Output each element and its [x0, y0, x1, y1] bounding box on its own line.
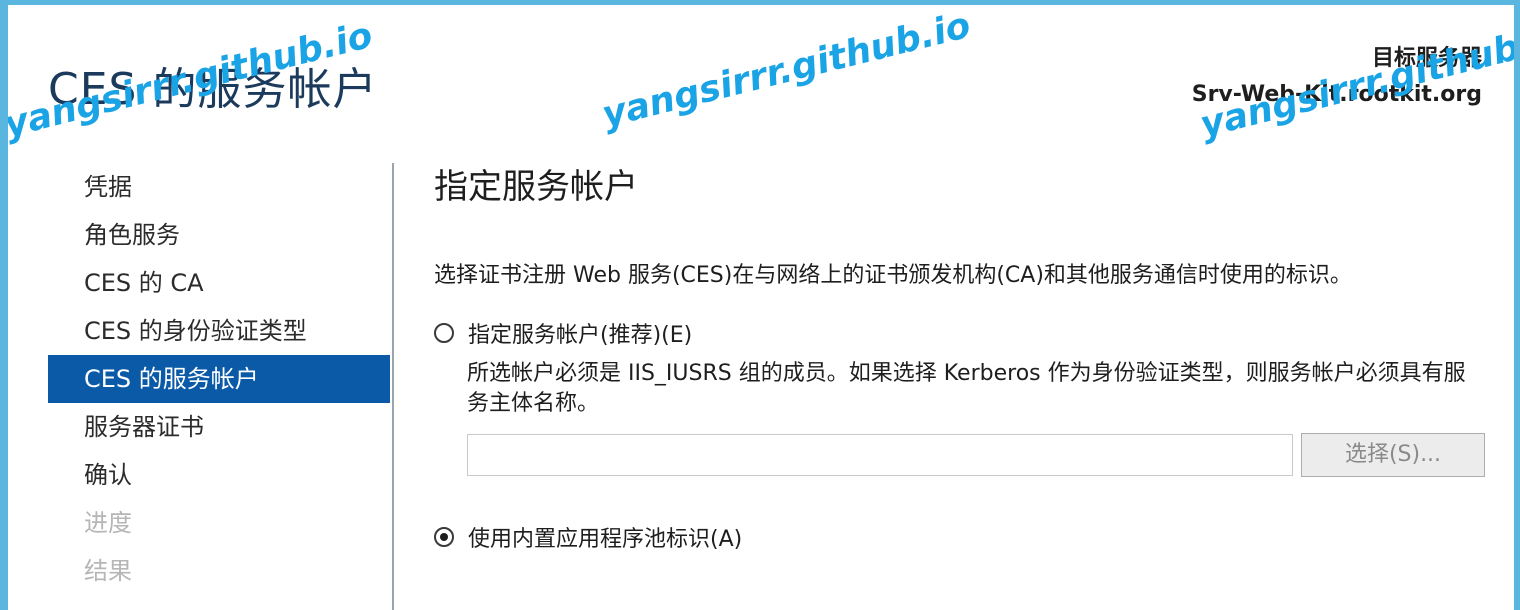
option-builtin-app-pool[interactable]: 使用内置应用程序池标识(A): [434, 521, 1494, 553]
wizard-nav: 凭据 角色服务 CES 的 CA CES 的身份验证类型 CES 的服务帐户 服…: [48, 163, 390, 595]
nav-divider: [392, 163, 394, 610]
nav-item-confirmation[interactable]: 确认: [48, 451, 390, 499]
service-account-note: 所选帐户必须是 IIS_IUSRS 组的成员。如果选择 Kerberos 作为身…: [467, 361, 1466, 416]
nav-item-ces-auth-type[interactable]: CES 的身份验证类型: [48, 307, 390, 355]
nav-item-role-services[interactable]: 角色服务: [48, 211, 390, 259]
nav-item-ces-service-account[interactable]: CES 的服务帐户: [48, 355, 390, 403]
nav-item-credentials[interactable]: 凭据: [48, 163, 390, 211]
nav-item-progress: 进度: [84, 509, 132, 537]
radio-builtin-app-pool[interactable]: [434, 527, 454, 547]
option-specify-service-account[interactable]: 指定服务帐户(推荐)(E): [434, 317, 1494, 349]
select-account-button[interactable]: 选择(S)...: [1301, 433, 1485, 477]
main-content: 指定服务帐户 选择证书注册 Web 服务(CES)在与网络上的证书颁发机构(CA…: [434, 163, 1494, 553]
nav-item-ces-ca[interactable]: CES 的 CA: [48, 259, 390, 307]
section-title: 指定服务帐户: [434, 167, 638, 207]
wizard-window: CES 的服务帐户 目标服务器 Srv-Web-Kit.rootkit.org …: [8, 5, 1514, 610]
nav-item-server-certificate[interactable]: 服务器证书: [48, 403, 390, 451]
option-builtin-app-pool-label: 使用内置应用程序池标识(A): [468, 527, 743, 552]
radio-specify-service-account[interactable]: [434, 323, 454, 343]
nav-item-results: 结果: [84, 557, 132, 585]
option-specify-service-account-label: 指定服务帐户(推荐)(E): [468, 323, 693, 348]
account-row: 选择(S)...: [467, 433, 1494, 477]
description-text: 选择证书注册 Web 服务(CES)在与网络上的证书颁发机构(CA)和其他服务通…: [434, 263, 1352, 288]
service-account-input[interactable]: [467, 434, 1293, 476]
watermark-text: yangsirrr.github.io: [598, 5, 975, 137]
